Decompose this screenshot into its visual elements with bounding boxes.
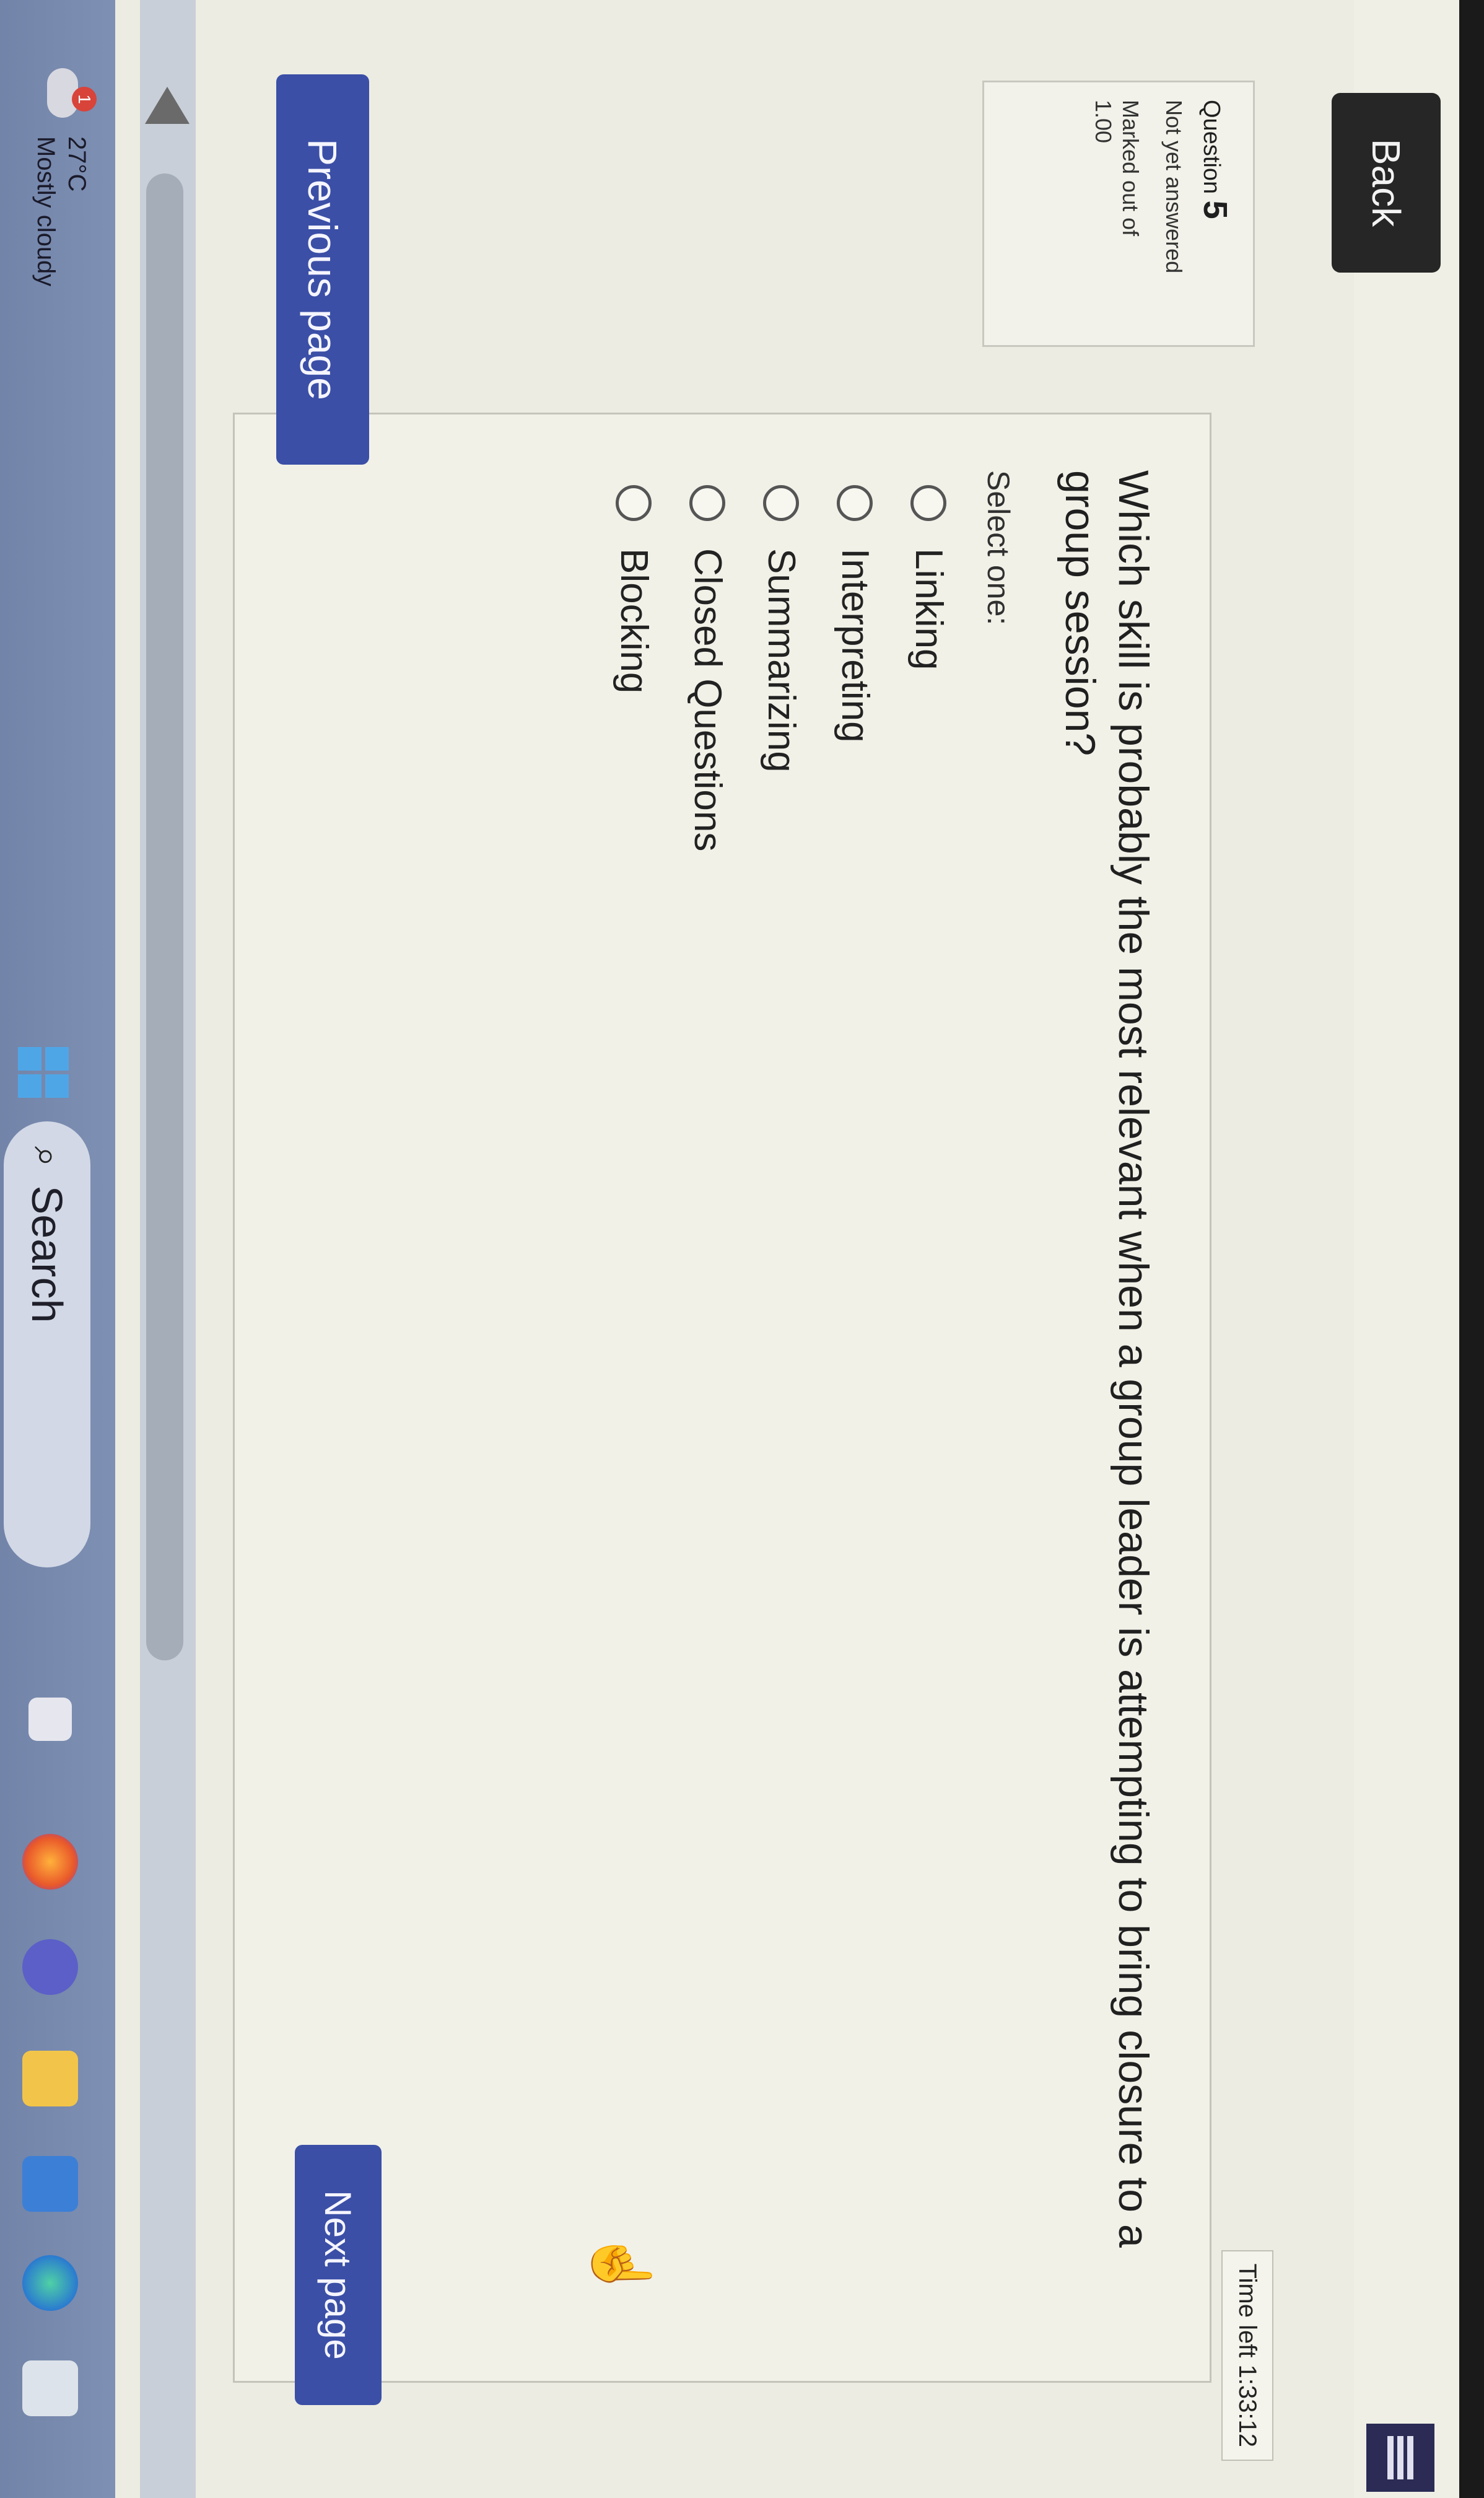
menu-icon[interactable]	[1366, 2424, 1434, 2492]
question-number: 5	[1197, 200, 1234, 219]
option-label: Interpreting	[834, 548, 876, 743]
edge-icon[interactable]	[22, 2255, 78, 2311]
photo: Back Question 5 Not yet answered Marked …	[0, 0, 1484, 2498]
question-status: Not yet answered	[1161, 100, 1187, 274]
option-label: Blocking	[613, 548, 655, 694]
scroll-left-arrow-icon[interactable]	[145, 87, 190, 124]
radio-icon[interactable]	[689, 485, 726, 521]
file-explorer-icon[interactable]	[22, 2051, 78, 2106]
bezel-top	[1459, 0, 1484, 2498]
time-left: Time left 1:33:12	[1221, 2250, 1273, 2461]
question-heading: Question 5	[1196, 100, 1234, 328]
option-closed-questions[interactable]: Closed Questions	[686, 470, 730, 2325]
question-label: Question	[1198, 100, 1224, 195]
windows-start-icon[interactable]	[18, 1047, 69, 1098]
option-label: Summarizing	[760, 548, 803, 773]
screen: Back Question 5 Not yet answered Marked …	[0, 0, 1484, 2498]
question-text: Which skill is probably the most relevan…	[1057, 470, 1157, 2248]
option-label: Closed Questions	[686, 548, 729, 852]
task-view-icon[interactable]	[28, 1698, 72, 1741]
weather-temperature: 27°C	[63, 136, 90, 192]
previous-page-button[interactable]: Previous page	[276, 74, 369, 465]
radio-icon[interactable]	[616, 485, 652, 521]
quiz-page: Back Question 5 Not yet answered Marked …	[0, 0, 1459, 2498]
taskbar-search[interactable]: ⌕ Search	[4, 1121, 90, 1567]
firefox-icon[interactable]	[22, 1834, 78, 1890]
scrollbar-thumb[interactable]	[146, 173, 183, 1660]
back-button[interactable]: Back	[1332, 93, 1441, 273]
option-blocking[interactable]: Blocking	[612, 470, 656, 2325]
option-interpreting[interactable]: Interpreting	[833, 470, 877, 2325]
hand-cursor-icon: ☝	[590, 2230, 652, 2300]
select-one-label: Select one:	[981, 470, 1016, 626]
search-label: Search	[23, 1185, 71, 1323]
answer-options: Linking Interpreting Summarizing Closed …	[612, 470, 951, 2325]
marked-out-of: Marked out of 1.00	[1089, 100, 1144, 328]
radio-icon[interactable]	[763, 485, 800, 521]
keyboard-icon[interactable]	[22, 2360, 78, 2416]
marked-label: Marked out of	[1118, 100, 1143, 237]
radio-icon[interactable]	[910, 485, 947, 521]
top-bar	[1354, 0, 1459, 2498]
weather-description: Mostly cloudy	[32, 136, 59, 287]
radio-icon[interactable]	[837, 485, 873, 521]
weather-badge: 1	[72, 87, 97, 112]
search-icon: ⌕	[27, 1146, 68, 1167]
option-linking[interactable]: Linking	[907, 470, 951, 2325]
question-card: Which skill is probably the most relevan…	[233, 413, 1211, 2383]
question-info: Question 5 Not yet answered Marked out o…	[982, 81, 1255, 347]
teams-icon[interactable]	[22, 1939, 78, 1995]
option-summarizing[interactable]: Summarizing	[759, 470, 803, 2325]
taskbar: 1 27°C Mostly cloudy ⌕ Search	[0, 0, 115, 2498]
next-page-button[interactable]: Next page	[295, 2145, 382, 2405]
store-icon[interactable]	[22, 2156, 78, 2212]
marked-value: 1.00	[1091, 100, 1116, 144]
option-label: Linking	[907, 548, 950, 670]
